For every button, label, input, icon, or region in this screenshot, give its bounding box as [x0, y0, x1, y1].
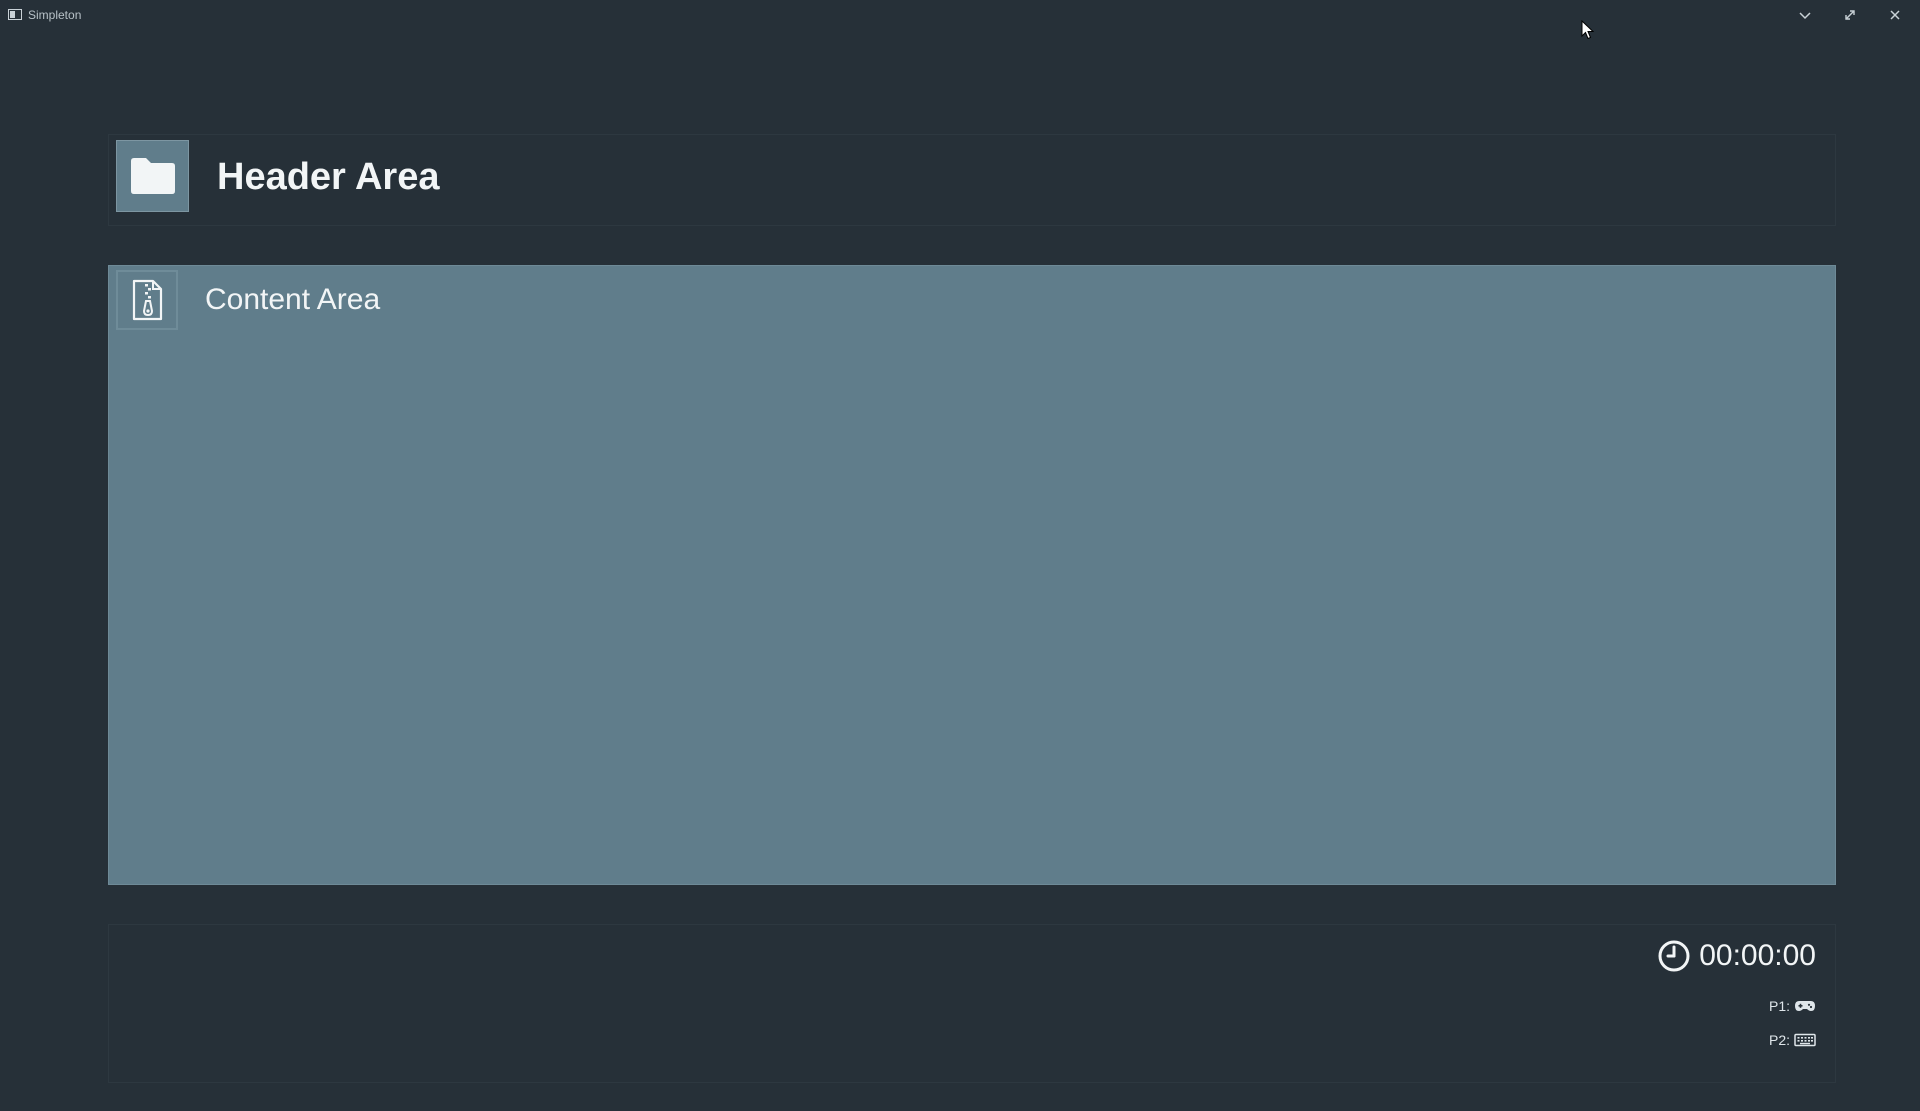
header-title: Header Area	[217, 156, 440, 198]
player-2-label: P2:	[1768, 1032, 1790, 1048]
clock-icon	[1658, 940, 1690, 972]
mouse-cursor-icon	[1581, 20, 1595, 40]
window-title: Simpleton	[28, 8, 82, 22]
close-icon	[1890, 10, 1900, 20]
minimize-button[interactable]	[1793, 4, 1817, 26]
title-bar[interactable]: Simpleton	[0, 0, 1920, 30]
header-icon-button[interactable]	[116, 140, 189, 212]
keyboard-icon	[1794, 1033, 1816, 1047]
close-button[interactable]	[1883, 4, 1907, 26]
maximize-button[interactable]	[1838, 4, 1862, 26]
zip-file-icon	[132, 279, 163, 321]
chevron-down-icon	[1799, 12, 1811, 20]
app-window: Simpleton Header Area Content Area 00:00…	[0, 0, 1920, 1111]
timer: 00:00:00	[1657, 938, 1816, 974]
player-1-label: P1:	[1768, 998, 1790, 1014]
content-icon-button[interactable]	[116, 270, 178, 330]
gamepad-icon	[1795, 1001, 1815, 1011]
player-1-indicator: P1:	[1769, 998, 1816, 1014]
footer-area	[108, 924, 1836, 1083]
expand-icon	[1845, 10, 1855, 20]
folder-icon	[130, 158, 175, 194]
timer-value: 00:00:00	[1699, 939, 1816, 972]
content-title: Content Area	[205, 283, 381, 316]
app-icon	[8, 9, 22, 20]
player-2-indicator: P2:	[1769, 1032, 1816, 1048]
content-area[interactable]	[108, 265, 1836, 885]
